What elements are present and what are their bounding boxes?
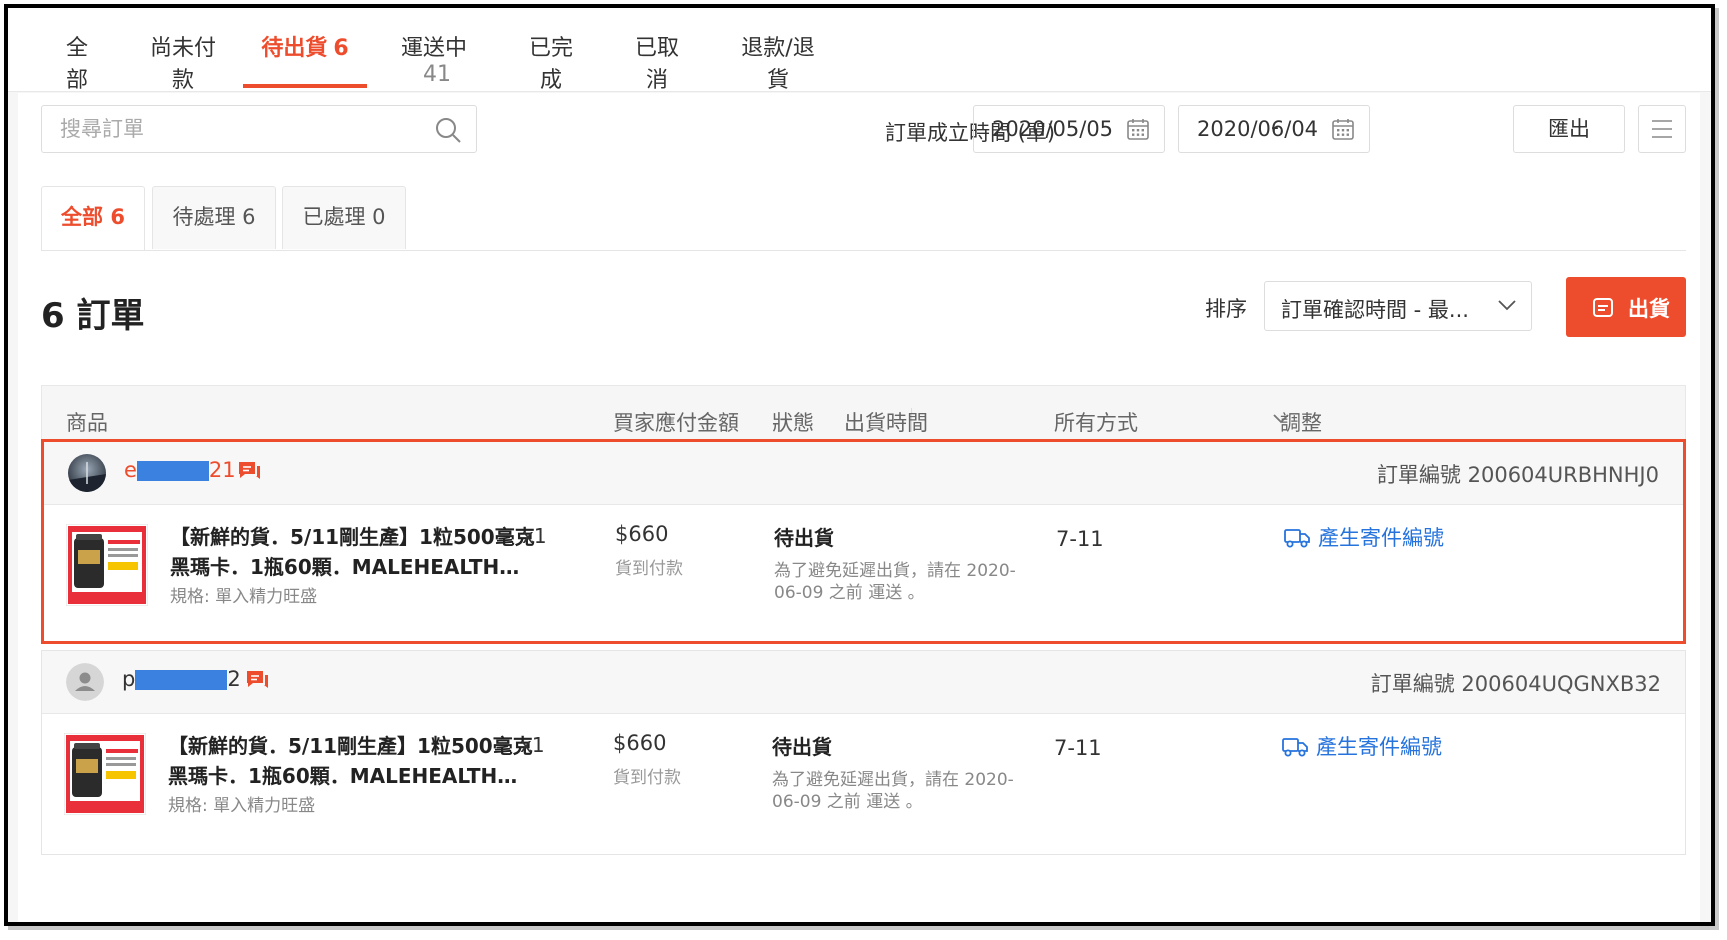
chevron-down-icon: [1498, 300, 1516, 311]
ship-deadline-note: 為了避免延遲出貨，請在 2020-06-09 之前 運送 。: [774, 561, 1016, 603]
ship-deadline-note: 為了避免延遲出貨，請在 2020-06-09 之前 運送 。: [772, 770, 1014, 812]
col-status: 狀態: [772, 411, 814, 435]
active-tab-underline: [243, 84, 367, 88]
tab-label: 尚未付款: [149, 36, 216, 93]
product-name-line1: 【新鮮的貨．5/11剛生產】1粒500毫克: [168, 734, 533, 758]
tab-label: 全部: [65, 36, 88, 93]
product-variation: 規格: 單入精力旺盛: [168, 796, 316, 816]
end-date-picker[interactable]: 2020/06/04: [1178, 105, 1370, 153]
subtab-all[interactable]: 全部 6: [41, 186, 145, 250]
order-header: e 21 訂單編號 200604URBHNHJ0: [44, 442, 1683, 505]
tab-label: 待出貨: [261, 36, 328, 61]
tab-unpaid[interactable]: 尚未付款: [141, 30, 225, 93]
tab-cancelled[interactable]: 已取消: [625, 30, 689, 93]
col-ship-time: 出貨時間: [844, 411, 928, 435]
chat-icon[interactable]: [244, 667, 270, 693]
chat-icon[interactable]: [236, 458, 262, 484]
product-quantity: x1: [520, 733, 545, 757]
more-menu-button[interactable]: [1638, 105, 1686, 153]
product-name-line2: 黑瑪卡．1瓶60顆．MALEHEALTH瑪...: [168, 764, 518, 788]
buyer-name-suffix: 21: [208, 458, 236, 482]
screenshot-frame: 全部 尚未付款 待出貨6 運送中41 已完成 已取消 退款/退貨 訂單成立時間 …: [4, 4, 1715, 926]
content-area: 訂單成立時間 (單) 2020/05/05 - 2020/06/04 匯出: [18, 93, 1700, 922]
truck-icon: [1282, 738, 1308, 757]
buyer-name-prefix: p: [122, 667, 136, 691]
calendar-icon: [1332, 119, 1354, 140]
subtab-pending[interactable]: 待處理 6: [152, 186, 276, 249]
export-button[interactable]: 匯出: [1513, 105, 1625, 153]
tab-all[interactable]: 全部: [56, 30, 98, 93]
orders-count-title: 6 訂單: [41, 296, 145, 336]
product-name-line1: 【新鮮的貨．5/11剛生產】1粒500毫克: [170, 525, 535, 549]
tab-refund-return[interactable]: 退款/退貨: [733, 30, 823, 93]
order-amount: $660: [613, 731, 667, 755]
start-date-value: 2020/05/05: [992, 117, 1114, 141]
order-amount: $660: [615, 522, 669, 546]
tab-completed[interactable]: 已完成: [519, 30, 583, 93]
generate-tracking-label: 產生寄件編號: [1316, 735, 1442, 759]
tab-to-ship[interactable]: 待出貨 6: [243, 30, 367, 88]
order-search: [41, 105, 477, 153]
product-quantity: x1: [522, 524, 547, 548]
tab-label: 已完成: [528, 36, 573, 93]
tab-label: 運送中: [400, 36, 467, 61]
payment-method: 貨到付款: [613, 768, 681, 788]
menu-icon: [1652, 120, 1672, 138]
buyer-name[interactable]: p2: [122, 667, 241, 691]
calendar-icon: [1127, 119, 1149, 140]
col-amount: 買家應付金額: [613, 411, 739, 435]
ship-button-label: 出貨: [1628, 297, 1670, 321]
end-date-value: 2020/06/04: [1197, 117, 1319, 141]
col-action: 調整: [1280, 411, 1322, 435]
order-status: 待出貨: [772, 735, 832, 759]
sort-value: 訂單確認時間 - 最...: [1281, 298, 1469, 322]
avatar-image: [68, 454, 106, 492]
order-header: p2 訂單編號 200604UQGNXB32: [42, 651, 1685, 714]
processing-tabs: 全部 6 待處理 6 已處理 0: [41, 186, 1686, 251]
product-thumbnail[interactable]: [64, 733, 146, 815]
default-avatar-icon: [66, 663, 104, 701]
col-method-filter[interactable]: 所有方式: [1054, 407, 1138, 437]
tab-label: 已取消: [634, 36, 679, 93]
col-product: 商品: [66, 411, 108, 435]
order-card: p2 訂單編號 200604UQGNXB32 【新鮮的貨．5/11剛生產】1粒5…: [41, 650, 1686, 855]
order-card: e 21 訂單編號 200604URBHNHJ0 【新鮮的貨．5/11剛生產】1…: [41, 439, 1686, 644]
generate-tracking-link[interactable]: 產生寄件編號: [1284, 522, 1444, 552]
order-number: 訂單編號 200604UQGNXB32: [1370, 672, 1661, 696]
subtab-processed[interactable]: 已處理 0: [282, 186, 406, 249]
payment-method: 貨到付款: [615, 559, 683, 579]
shipping-carrier: 7-11: [1054, 736, 1102, 760]
mass-ship-button[interactable]: 出貨: [1566, 277, 1686, 337]
product-name-line2: 黑瑪卡．1瓶60顆．MALEHEALTH瑪...: [170, 555, 520, 579]
tab-shipping[interactable]: 運送中41: [388, 30, 480, 88]
buyer-name[interactable]: e 21: [124, 458, 236, 482]
redacted-block: [136, 461, 209, 481]
search-icon[interactable]: [434, 116, 462, 144]
search-input[interactable]: [42, 106, 422, 152]
buyer-name-suffix: 2: [227, 667, 241, 691]
truck-icon: [1284, 529, 1310, 548]
start-date-picker[interactable]: 2020/05/05: [973, 105, 1165, 153]
avatar[interactable]: [68, 454, 106, 492]
orders-panel: 全部 尚未付款 待出貨6 運送中41 已完成 已取消 退款/退貨 訂單成立時間 …: [8, 8, 1711, 922]
sort-label: 排序: [1205, 297, 1247, 321]
redacted-block: [135, 670, 228, 690]
order-number: 訂單編號 200604URBHNHJ0: [1376, 463, 1659, 487]
sort-select[interactable]: 訂單確認時間 - 最...: [1264, 281, 1532, 331]
buyer-name-prefix: e: [124, 458, 137, 482]
avatar[interactable]: [66, 663, 104, 701]
tab-count: 6: [333, 36, 349, 61]
product-variation: 規格: 單入精力旺盛: [170, 587, 318, 607]
generate-tracking-label: 產生寄件編號: [1318, 526, 1444, 550]
tab-label: 退款/退貨: [741, 36, 815, 93]
product-thumbnail[interactable]: [66, 524, 148, 606]
status-tabs: 全部 尚未付款 待出貨 6 運送中41 已完成 已取消 退款/退貨: [8, 8, 1711, 93]
shipping-carrier: 7-11: [1056, 527, 1104, 551]
ship-print-icon: [1593, 298, 1613, 317]
tab-count: 41: [423, 62, 451, 87]
generate-tracking-link[interactable]: 產生寄件編號: [1282, 731, 1442, 761]
order-status: 待出貨: [774, 526, 834, 550]
